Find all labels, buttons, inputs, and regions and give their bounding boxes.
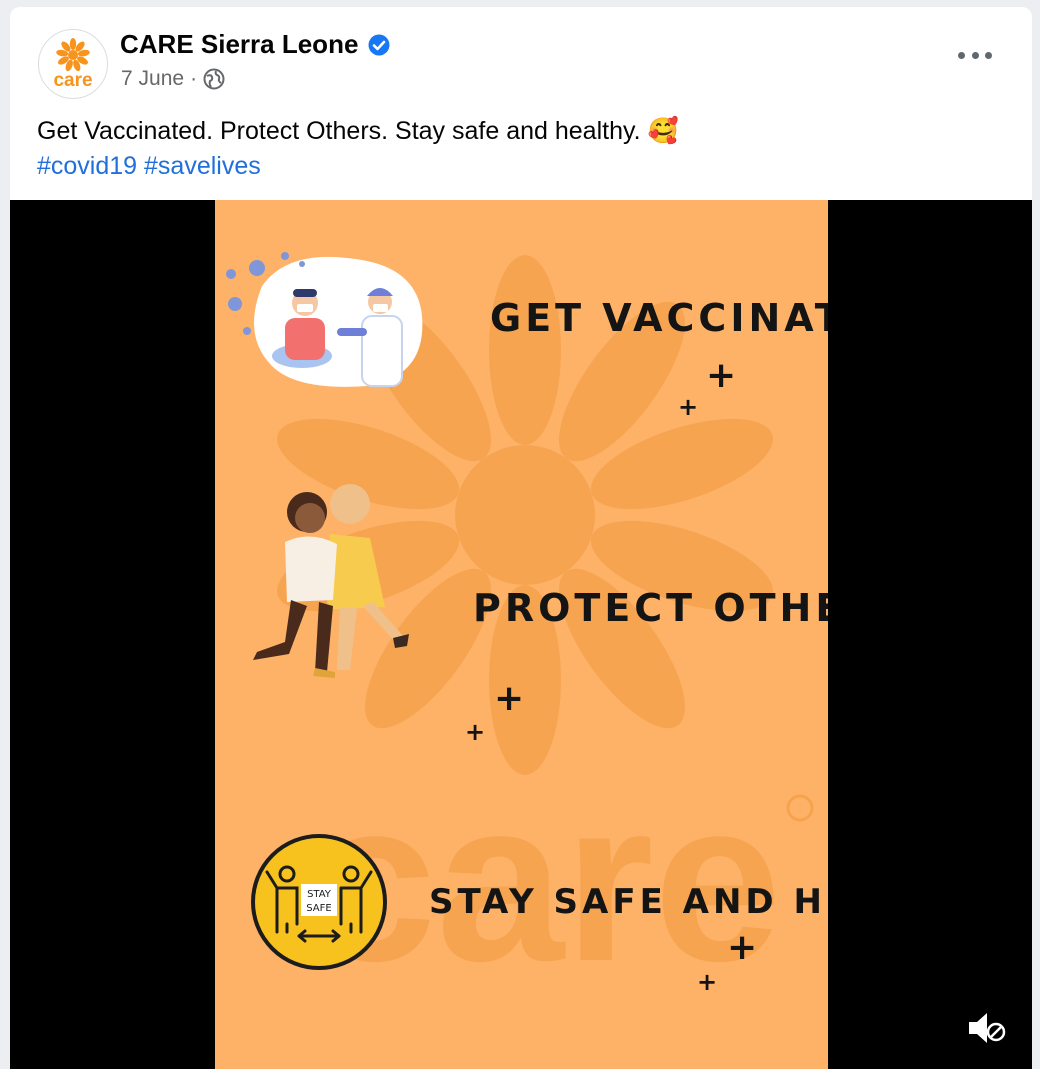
- more-dot: [985, 51, 992, 59]
- page-avatar[interactable]: care: [38, 29, 108, 99]
- video-frame: care STAY SAFE GET VACCINA PROTECT OTH S…: [215, 200, 828, 1069]
- plus-mark: +: [706, 355, 737, 396]
- verified-badge-icon: [368, 34, 390, 55]
- vaccination-illustration: [226, 252, 423, 387]
- plus-mark: +: [678, 393, 699, 421]
- headline-get-vaccinated: GET VACCINATED: [490, 296, 828, 340]
- hug-illustration: [253, 484, 409, 678]
- post-card: care CARE Sierra Leone 7 June · Get Vacc…: [10, 7, 1032, 1069]
- care-logo-icon: care: [53, 38, 93, 91]
- video-player[interactable]: care STAY SAFE GET VACCINA PROTECT OTH S…: [10, 200, 1032, 1069]
- stay-safe-badge: STAY SAFE: [249, 832, 389, 972]
- post-meta: 7 June ·: [121, 67, 225, 91]
- avatar-logo-text: care: [53, 70, 92, 91]
- globe-icon[interactable]: [203, 68, 225, 90]
- headline-protect-others: PROTECT OTHERS: [473, 586, 828, 630]
- hashtag-line: #covid19 #savelives: [37, 149, 997, 184]
- plus-mark: +: [465, 718, 486, 746]
- hashtag-savelives[interactable]: #savelives: [144, 152, 261, 180]
- badge-safe-text: SAFE: [306, 903, 331, 914]
- page-name-link[interactable]: CARE Sierra Leone: [120, 29, 390, 60]
- plus-mark: +: [727, 927, 758, 968]
- caption-text: Get Vaccinated. Protect Others. Stay saf…: [37, 117, 641, 145]
- post-date[interactable]: 7 June: [121, 67, 184, 91]
- more-dot: [958, 51, 965, 59]
- plus-mark: +: [494, 678, 525, 719]
- plus-mark: +: [697, 968, 718, 996]
- post-caption: Get Vaccinated. Protect Others. Stay saf…: [37, 114, 997, 184]
- badge-stay-text: STAY: [307, 889, 332, 900]
- social-distancing-icon: STAY SAFE: [251, 834, 387, 970]
- more-options-icon[interactable]: [958, 43, 992, 67]
- more-dot: [971, 51, 979, 59]
- smiling-hearts-emoji: 🥰: [647, 117, 679, 145]
- muted-speaker-icon[interactable]: [965, 1008, 1007, 1048]
- headline-stay-safe: STAY SAFE AND HEALTHY: [429, 882, 828, 922]
- meta-separator: ·: [190, 67, 198, 90]
- hashtag-covid19[interactable]: #covid19: [37, 152, 137, 180]
- page-name[interactable]: CARE Sierra Leone: [120, 29, 358, 60]
- caption-line: Get Vaccinated. Protect Others. Stay saf…: [37, 114, 997, 149]
